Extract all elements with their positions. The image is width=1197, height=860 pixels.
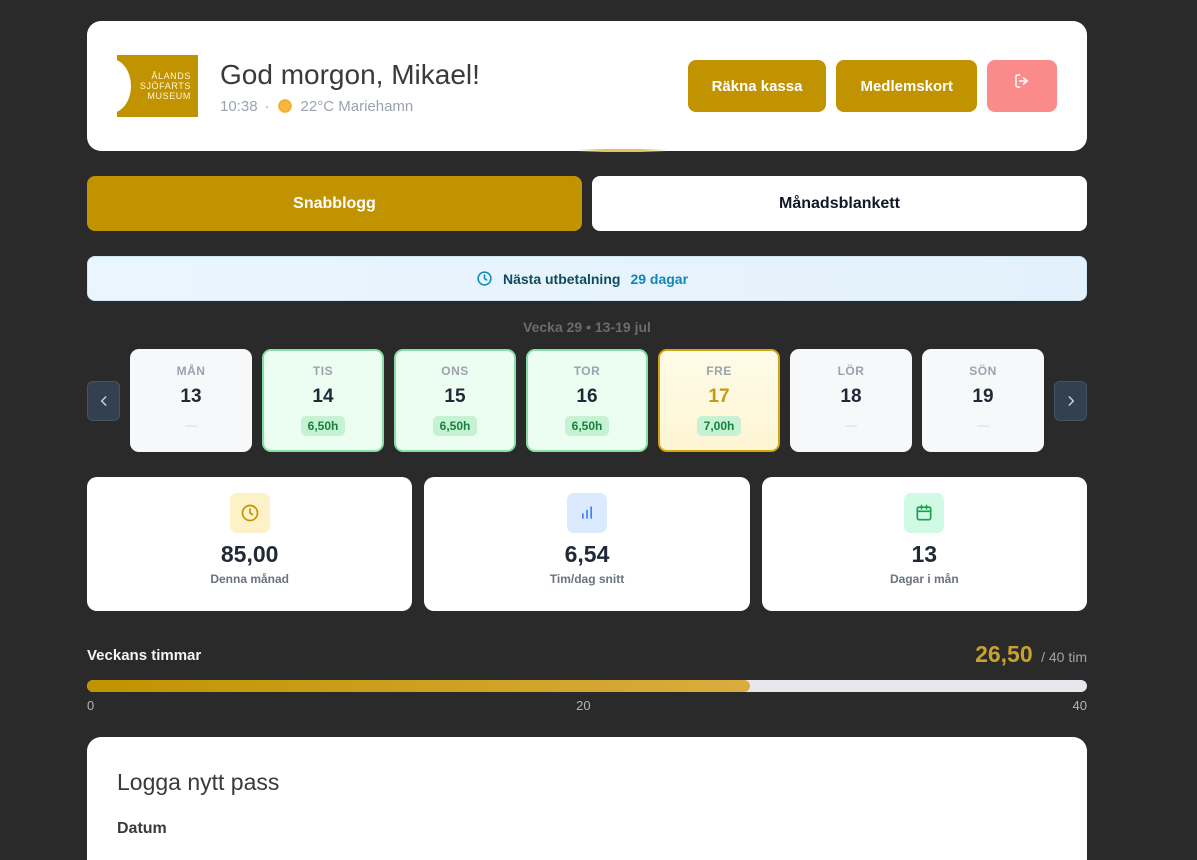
week-days: MÅN 13 — TIS 14 6,50h ONS 15 6,50h TOR 1…	[130, 349, 1044, 452]
day-hours-badge: 6,50h	[432, 416, 478, 436]
day-name: MÅN	[176, 364, 206, 378]
day-name: TIS	[312, 364, 334, 378]
greeting-block: God morgon, Mikael! 10:38 · 22°C Marieha…	[220, 58, 480, 115]
day-empty-dash: —	[845, 418, 857, 432]
stat-label: Dagar i mån	[889, 572, 959, 586]
logo-line-1: ÅLANDS	[151, 71, 191, 81]
weekly-hours-target: / 40 tim	[1041, 649, 1087, 665]
greeting: God morgon, Mikael!	[220, 58, 480, 90]
time-weather: 10:38 · 22°C Mariehamn	[220, 98, 480, 115]
stat-month-hours: 85,00 Denna månad	[87, 477, 413, 611]
payout-days: 29 dagar	[630, 270, 689, 287]
separator: ·	[264, 97, 270, 115]
day-number: 16	[576, 386, 598, 407]
progress-ticks: 0 20 40	[87, 698, 1087, 713]
logout-button[interactable]	[987, 60, 1057, 112]
calendar-icon	[904, 493, 945, 533]
header-actions: Räkna kassa Medlemskort	[687, 60, 1057, 112]
header-accent-line	[577, 149, 667, 152]
stats-row: 85,00 Denna månad 6,54 Tim/dag snitt 13 …	[87, 477, 1087, 611]
payout-label: Nästa utbetalning	[502, 270, 621, 287]
sun-icon	[276, 98, 293, 114]
day-name: SÖN	[969, 364, 997, 378]
day-empty-dash: —	[977, 418, 989, 432]
day-name: ONS	[441, 364, 469, 378]
stat-daily-average: 6,54 Tim/dag snitt	[424, 477, 750, 611]
chevron-left-icon	[100, 395, 106, 406]
tab-monthly-form[interactable]: Månadsblankett	[592, 176, 1087, 231]
day-name: TOR	[573, 364, 601, 378]
payout-banner: Nästa utbetalning 29 dagar	[87, 256, 1087, 301]
week-row: MÅN 13 — TIS 14 6,50h ONS 15 6,50h TOR 1…	[87, 349, 1087, 452]
week-title: Vecka 29 • 13-19 jul	[523, 319, 651, 335]
weekly-hours-progress	[87, 680, 1087, 692]
day-number: 14	[312, 386, 334, 407]
stat-value: 13	[911, 541, 938, 567]
day-number: 13	[180, 386, 202, 407]
stat-label: Denna månad	[210, 572, 289, 586]
tick-label: 20	[576, 698, 591, 713]
weather-text: 22°C Mariehamn	[300, 97, 414, 115]
logo-line-3: MUSEUM	[147, 91, 191, 101]
tick-label: 40	[1072, 698, 1087, 713]
current-time: 10:38	[220, 97, 258, 115]
stat-days-in-month: 13 Dagar i mån	[761, 477, 1087, 611]
previous-week-button[interactable]	[87, 380, 120, 421]
day-name: FRE	[706, 364, 732, 378]
day-hours-badge: 7,00h	[696, 416, 742, 436]
day-cell[interactable]: MÅN 13 —	[130, 349, 252, 452]
stat-value: 85,00	[220, 541, 279, 567]
mode-tabs: Snabblogg Månadsblankett	[87, 176, 1087, 231]
logout-icon	[1015, 74, 1028, 88]
day-cell[interactable]: FRE 17 7,00h	[658, 349, 780, 452]
day-cell[interactable]: LÖR 18 —	[790, 349, 912, 452]
stat-value: 6,54	[564, 541, 610, 567]
date-label: Datum	[117, 820, 167, 837]
next-week-button[interactable]	[1054, 380, 1087, 421]
day-number: 17	[708, 386, 730, 407]
logo-line-2: SJÖFARTS	[139, 81, 191, 91]
header-card: ÅLANDS SJÖFARTS MUSEUM God morgon, Mikae…	[87, 21, 1087, 152]
log-shift-title: Logga nytt pass	[117, 769, 280, 795]
day-cell[interactable]: TOR 16 6,50h	[526, 349, 648, 452]
day-cell[interactable]: ONS 15 6,50h	[394, 349, 516, 452]
tick-label: 0	[87, 698, 95, 713]
chevron-right-icon	[1068, 395, 1074, 406]
day-name: LÖR	[837, 364, 865, 378]
weekly-hours-total: 26,50	[975, 641, 1033, 667]
tab-quick-log[interactable]: Snabblogg	[87, 176, 582, 231]
member-card-button[interactable]: Medlemskort	[836, 60, 977, 112]
weekly-hours-progress-fill	[87, 680, 750, 692]
weekly-hours-title: Veckans timmar	[87, 647, 202, 664]
count-register-button[interactable]: Räkna kassa	[687, 60, 827, 112]
day-cell[interactable]: TIS 14 6,50h	[262, 349, 384, 452]
log-shift-card: Logga nytt pass Datum	[87, 737, 1087, 860]
clock-icon	[477, 271, 492, 286]
day-empty-dash: —	[185, 418, 197, 432]
app-container: ÅLANDS SJÖFARTS MUSEUM God morgon, Mikae…	[87, 21, 1087, 860]
day-number: 19	[972, 386, 994, 407]
clock-icon	[229, 493, 270, 533]
day-hours-badge: 6,50h	[300, 416, 346, 436]
day-number: 15	[444, 386, 466, 407]
museum-logo: ÅLANDS SJÖFARTS MUSEUM	[117, 55, 198, 117]
bar-chart-icon	[566, 493, 607, 533]
stat-label: Tim/dag snitt	[549, 572, 625, 586]
day-number: 18	[840, 386, 862, 407]
weekly-hours-header: Veckans timmar 26,50 / 40 tim	[87, 641, 1087, 668]
day-cell[interactable]: SÖN 19 —	[922, 349, 1044, 452]
day-hours-badge: 6,50h	[564, 416, 610, 436]
